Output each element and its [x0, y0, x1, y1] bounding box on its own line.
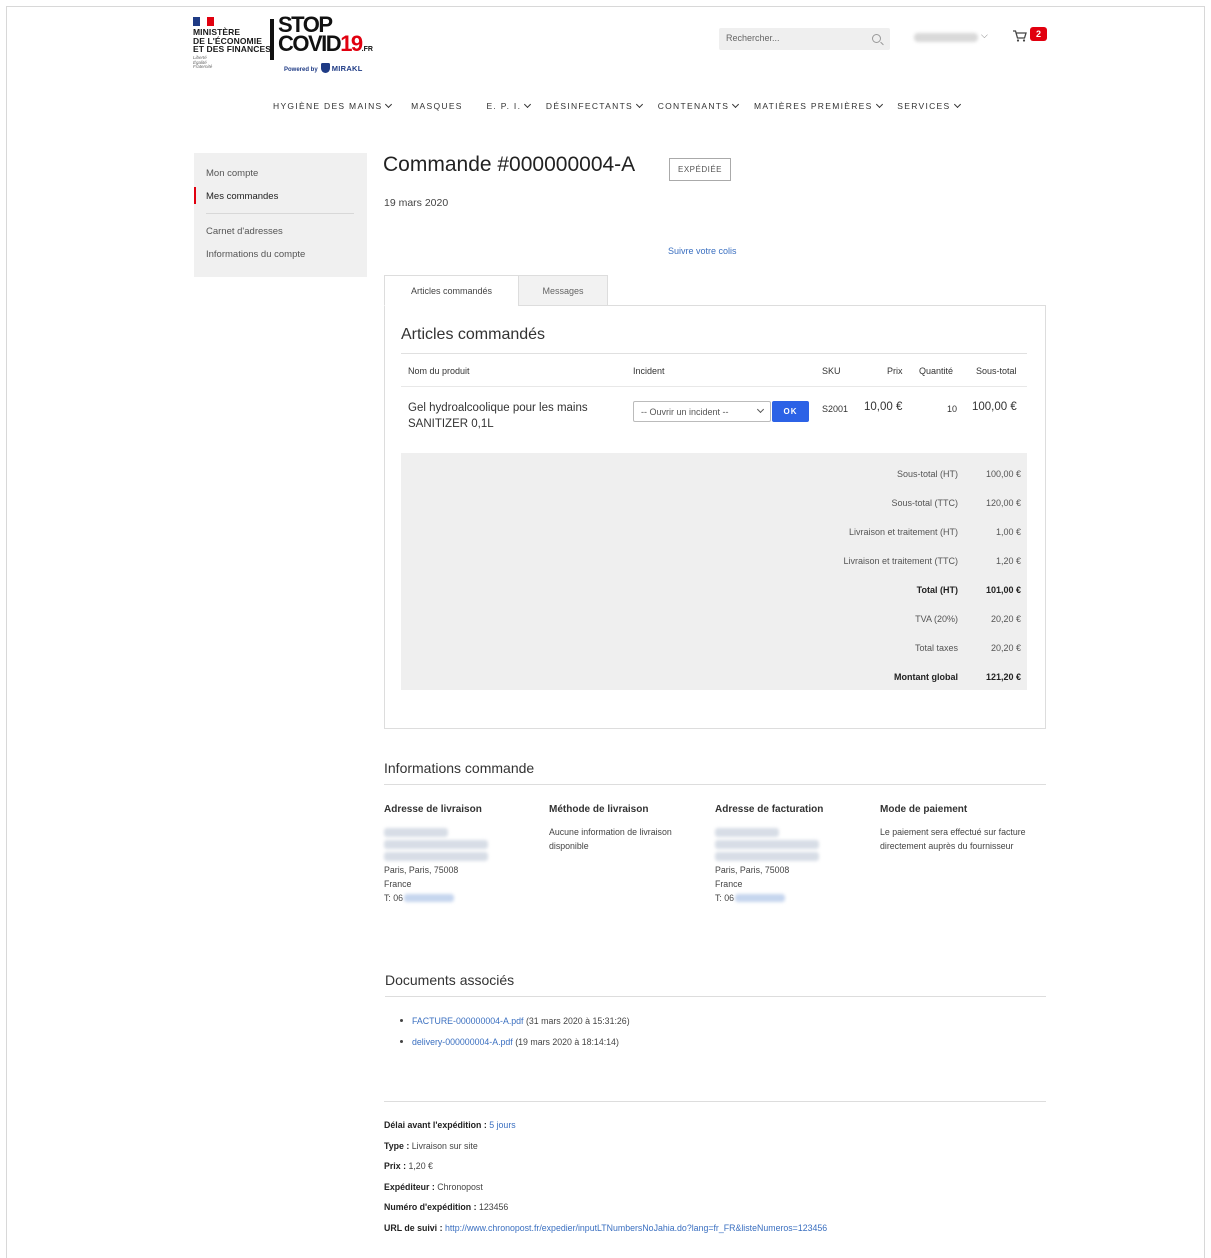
chevron-down-icon: [875, 100, 883, 109]
document-item: delivery-000000004-A.pdf (19 mars 2020 à…: [400, 1037, 619, 1047]
account-sidebar: Mon compte Mes commandes Carnet d'adress…: [194, 153, 367, 277]
french-flag-icon: [193, 17, 215, 26]
incident-select[interactable]: -- Ouvrir un incident --: [633, 401, 771, 422]
ship-tracking-url: URL de suivi : http://www.chronopost.fr/…: [384, 1223, 828, 1233]
product-subtotal: 100,00 €: [972, 401, 1017, 413]
col-header-qty: Quantité: [919, 366, 954, 376]
logo-divider: [270, 19, 274, 60]
tracking-url-link[interactable]: http://www.chronopost.fr/expedier/inputL…: [445, 1223, 827, 1233]
delivery-method-heading: Méthode de livraison: [549, 804, 649, 815]
chevron-down-icon: [732, 100, 740, 109]
ship-carrier: Expéditeur : Chronopost: [384, 1182, 483, 1192]
redacted-street: [715, 852, 819, 861]
mirakl-shield-icon: [320, 63, 330, 73]
redacted-name: [384, 828, 448, 837]
chevron-down-icon: [953, 100, 961, 109]
nav-item-masques[interactable]: MASQUES: [411, 101, 463, 111]
chevron-down-icon: [756, 405, 765, 414]
chevron-down-icon: [524, 100, 532, 109]
table-divider: [401, 353, 1027, 354]
cart-icon[interactable]: [1013, 30, 1027, 42]
product-qty: 10: [947, 404, 958, 414]
ship-delay: Délai avant l'expédition : 5 jours: [384, 1120, 516, 1130]
document-item: FACTURE-000000004-A.pdf (31 mars 2020 à …: [400, 1016, 630, 1026]
nav-item-desinfectants[interactable]: DÉSINFECTANTS: [546, 100, 644, 111]
tab-articles[interactable]: Articles commandés: [384, 275, 519, 306]
table-divider: [401, 386, 1027, 387]
ship-number: Numéro d'expédition : 123456: [384, 1202, 509, 1212]
search-input[interactable]: Rechercher...: [719, 28, 890, 50]
powered-by-mirakl: Powered by MIRAKL: [284, 63, 363, 73]
tab-messages[interactable]: Messages: [518, 275, 608, 306]
document-link[interactable]: delivery-000000004-A.pdf: [412, 1037, 513, 1047]
search-placeholder: Rechercher...: [726, 33, 780, 43]
nav-item-contenants[interactable]: CONTENANTS: [658, 100, 740, 111]
payment-heading: Mode de paiement: [880, 804, 968, 815]
col-header-subtotal: Sous-total: [976, 366, 1017, 376]
redacted-phone[interactable]: [404, 893, 455, 902]
chevron-down-icon[interactable]: ⌵: [981, 30, 988, 41]
delivery-address-heading: Adresse de livraison: [384, 804, 482, 815]
totals-box: Sous-total (HT) 100,00 € Sous-total (TTC)…: [401, 453, 1027, 690]
section-divider: [384, 784, 1046, 785]
incident-ok-button[interactable]: OK: [772, 401, 809, 422]
cart-count-badge[interactable]: 2: [1030, 27, 1047, 41]
billing-address-heading: Adresse de facturation: [715, 804, 824, 815]
section-divider: [385, 996, 1046, 997]
order-date: 19 mars 2020: [384, 197, 449, 209]
status-badge: EXPÉDIÉE: [669, 158, 731, 181]
product-sku: S2001: [822, 404, 849, 414]
col-header-price: Prix: [887, 366, 903, 376]
product-price: 10,00 €: [864, 401, 903, 413]
search-icon[interactable]: [872, 34, 881, 43]
nav-item-services[interactable]: SERVICES: [897, 100, 961, 111]
stopcovid-logo[interactable]: STOP COVID19.FR: [278, 14, 373, 59]
sidebar-item-mes-commandes[interactable]: Mes commandes: [206, 191, 278, 202]
col-header-product: Nom du produit: [408, 366, 470, 376]
sidebar-item-carnet-adresses[interactable]: Carnet d'adresses: [206, 226, 283, 237]
redacted-name: [715, 828, 779, 837]
nav-item-matieres[interactable]: MATIÈRES PREMIÈRES: [754, 100, 883, 111]
documents-heading: Documents associés: [385, 972, 515, 988]
sidebar-divider: [206, 213, 354, 214]
ministry-motto: Liberté Égalité Fraternité: [193, 55, 213, 69]
track-package-link[interactable]: Suivre votre colis: [668, 246, 737, 256]
document-link[interactable]: FACTURE-000000004-A.pdf: [412, 1016, 524, 1026]
delivery-address: Paris, Paris, 75008 France T: 06: [384, 826, 524, 905]
ship-type: Type : Livraison sur site: [384, 1141, 478, 1151]
delivery-method-text: Aucune information de livraison disponib…: [549, 827, 672, 851]
main-nav: HYGIÈNE DES MAINS MASQUES E. P. I. DÉSIN…: [273, 100, 972, 111]
redacted-street: [384, 852, 488, 861]
order-info-heading: Informations commande: [384, 760, 535, 776]
billing-address: Paris, Paris, 75008 France T: 06: [715, 826, 855, 905]
redacted-email: [384, 840, 488, 849]
section-divider: [384, 1101, 1046, 1102]
active-indicator: [194, 187, 196, 204]
redacted-email: [715, 840, 819, 849]
sidebar-item-mon-compte[interactable]: Mon compte: [206, 168, 258, 179]
ship-price: Prix : 1,20 €: [384, 1161, 433, 1171]
user-menu-name-redacted[interactable]: [914, 33, 978, 42]
nav-item-epi[interactable]: E. P. I.: [486, 100, 532, 111]
chevron-down-icon: [635, 100, 644, 109]
page-title: Commande #000000004-A: [383, 153, 636, 176]
sidebar-item-informations-compte[interactable]: Informations du compte: [206, 249, 305, 260]
nav-item-hygiene[interactable]: HYGIÈNE DES MAINS: [273, 100, 393, 111]
ministry-logo[interactable]: MINISTÈRE DE L'ÉCONOMIE ET DES FINANCES: [193, 28, 271, 54]
articles-heading: Articles commandés: [401, 326, 546, 343]
payment-text: Le paiement sera effectué sur facture di…: [880, 827, 1026, 851]
chevron-down-icon: [385, 100, 393, 109]
col-header-sku: SKU: [822, 366, 841, 376]
redacted-phone[interactable]: [735, 893, 786, 902]
product-name: Gel hydroalcoolique pour les mains SANIT…: [408, 402, 588, 430]
col-header-incident: Incident: [633, 366, 665, 376]
